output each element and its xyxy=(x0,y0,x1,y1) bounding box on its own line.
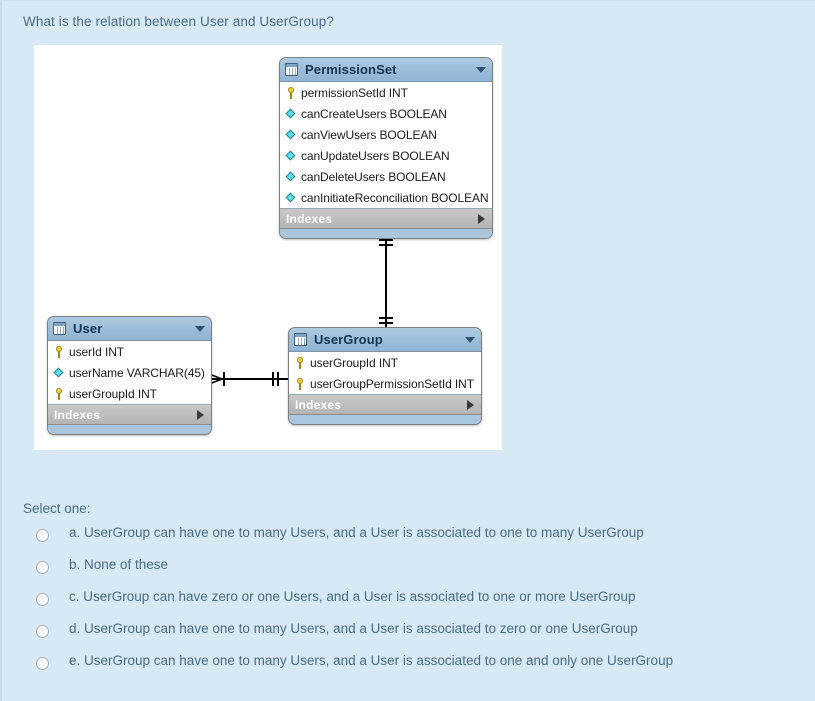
er-table-footer xyxy=(280,229,492,238)
answer-option-d[interactable]: d. UserGroup can have one to many Users,… xyxy=(2,621,815,653)
question-text: What is the relation between User and Us… xyxy=(23,14,334,29)
er-table-title: UserGroup xyxy=(314,332,383,347)
one-and-only-one-bar-icon xyxy=(379,317,393,319)
diamond-icon xyxy=(52,366,65,380)
er-column-row[interactable]: userGroupId INT xyxy=(48,383,211,404)
er-column-row[interactable]: userGroupPermissionSetId INT xyxy=(289,373,481,394)
one-and-only-one-bar-icon xyxy=(379,322,393,324)
chevron-right-icon[interactable] xyxy=(467,399,474,410)
one-and-only-one-bar-icon xyxy=(272,372,274,386)
table-icon xyxy=(285,63,298,76)
er-column-row[interactable]: canViewUsers BOOLEAN xyxy=(280,124,492,145)
er-indexes-label: Indexes xyxy=(286,211,333,226)
one-and-only-one-bar-icon xyxy=(379,244,393,246)
key-icon xyxy=(293,356,306,370)
er-column-label: canDeleteUsers BOOLEAN xyxy=(301,169,446,184)
er-column-list: userId INT userName VARCHAR(45) userGrou… xyxy=(48,341,211,405)
chevron-down-icon[interactable] xyxy=(195,325,205,332)
answer-option-b[interactable]: b. None of these xyxy=(2,557,815,589)
chevron-right-icon[interactable] xyxy=(197,409,204,420)
er-column-label: canUpdateUsers BOOLEAN xyxy=(301,148,450,163)
er-column-label: userGroupId INT xyxy=(310,355,398,370)
er-column-label: userName VARCHAR(45) xyxy=(69,365,205,380)
key-icon xyxy=(52,345,65,359)
er-indexes-bar[interactable]: Indexes xyxy=(280,209,492,229)
er-indexes-bar[interactable]: Indexes xyxy=(289,395,481,415)
er-table-header-permissionset[interactable]: PermissionSet xyxy=(280,58,492,82)
answer-option-d-label: d. UserGroup can have one to many Users,… xyxy=(69,621,638,636)
one-and-only-one-bar-icon xyxy=(277,372,279,386)
er-indexes-label: Indexes xyxy=(295,397,342,412)
er-column-list: permissionSetId INT canCreateUsers BOOLE… xyxy=(280,82,492,209)
diamond-icon xyxy=(284,170,297,184)
er-column-label: canInitiateReconciliation BOOLEAN xyxy=(301,190,489,205)
er-column-row[interactable]: userGroupId INT xyxy=(289,352,481,373)
er-diagram-canvas: PermissionSet permissionSetId INT canCre… xyxy=(34,45,502,450)
diamond-icon xyxy=(284,149,297,163)
er-column-row[interactable]: canInitiateReconciliation BOOLEAN xyxy=(280,187,492,208)
relationship-line-permissionset-usergroup xyxy=(385,234,387,330)
quiz-question-page: What is the relation between User and Us… xyxy=(0,0,815,701)
chevron-down-icon[interactable] xyxy=(476,66,486,73)
er-indexes-bar[interactable]: Indexes xyxy=(48,405,211,425)
er-table-header-user[interactable]: User xyxy=(48,317,211,341)
key-icon xyxy=(293,377,306,391)
answer-option-a-label: a. UserGroup can have one to many Users,… xyxy=(69,525,644,540)
er-table-title: User xyxy=(73,321,103,336)
radio-option-c[interactable] xyxy=(36,593,49,606)
answer-option-a[interactable]: a. UserGroup can have one to many Users,… xyxy=(2,525,815,557)
er-column-label: userGroupId INT xyxy=(69,386,157,401)
er-column-label: userId INT xyxy=(69,344,125,359)
er-table-header-usergroup[interactable]: UserGroup xyxy=(289,328,481,352)
er-column-row[interactable]: canDeleteUsers BOOLEAN xyxy=(280,166,492,187)
er-table-usergroup[interactable]: UserGroup userGroupId INT userGroupPermi… xyxy=(288,327,482,425)
key-icon xyxy=(52,387,65,401)
answer-options-list: a. UserGroup can have one to many Users,… xyxy=(2,525,815,685)
er-column-row[interactable]: canCreateUsers BOOLEAN xyxy=(280,103,492,124)
er-column-row[interactable]: userId INT xyxy=(48,341,211,362)
er-column-row[interactable]: userName VARCHAR(45) xyxy=(48,362,211,383)
er-table-user[interactable]: User userId INT userName VARCHAR(45) use… xyxy=(47,316,212,435)
er-table-footer xyxy=(289,415,481,424)
answer-option-c[interactable]: c. UserGroup can have zero or one Users,… xyxy=(2,589,815,621)
answer-option-e-label: e. UserGroup can have one to many Users,… xyxy=(69,653,674,668)
key-icon xyxy=(284,86,297,100)
er-column-label: canCreateUsers BOOLEAN xyxy=(301,106,447,121)
chevron-down-icon[interactable] xyxy=(465,336,475,343)
many-bar-icon xyxy=(223,372,225,386)
radio-option-b[interactable] xyxy=(36,561,49,574)
answer-option-b-label: b. None of these xyxy=(69,557,169,572)
er-column-label: userGroupPermissionSetId INT xyxy=(310,376,474,391)
one-and-only-one-bar-icon xyxy=(379,239,393,241)
table-icon xyxy=(294,333,307,346)
diamond-icon xyxy=(284,107,297,121)
answer-option-c-label: c. UserGroup can have zero or one Users,… xyxy=(69,589,636,604)
er-column-label: permissionSetId INT xyxy=(301,85,408,100)
er-indexes-label: Indexes xyxy=(54,407,101,422)
table-icon xyxy=(53,322,66,335)
er-table-footer xyxy=(48,425,211,434)
er-column-list: userGroupId INT userGroupPermissionSetId… xyxy=(289,352,481,395)
answer-option-e[interactable]: e. UserGroup can have one to many Users,… xyxy=(2,653,815,685)
diamond-icon xyxy=(284,191,297,205)
er-column-row[interactable]: permissionSetId INT xyxy=(280,82,492,103)
er-table-title: PermissionSet xyxy=(305,62,397,77)
select-one-label: Select one: xyxy=(23,501,91,516)
chevron-right-icon[interactable] xyxy=(478,213,485,224)
er-table-permissionset[interactable]: PermissionSet permissionSetId INT canCre… xyxy=(279,57,493,239)
diamond-icon xyxy=(284,128,297,142)
er-column-label: canViewUsers BOOLEAN xyxy=(301,127,437,142)
radio-option-e[interactable] xyxy=(36,657,49,670)
radio-option-d[interactable] xyxy=(36,625,49,638)
er-column-row[interactable]: canUpdateUsers BOOLEAN xyxy=(280,145,492,166)
radio-option-a[interactable] xyxy=(36,529,49,542)
